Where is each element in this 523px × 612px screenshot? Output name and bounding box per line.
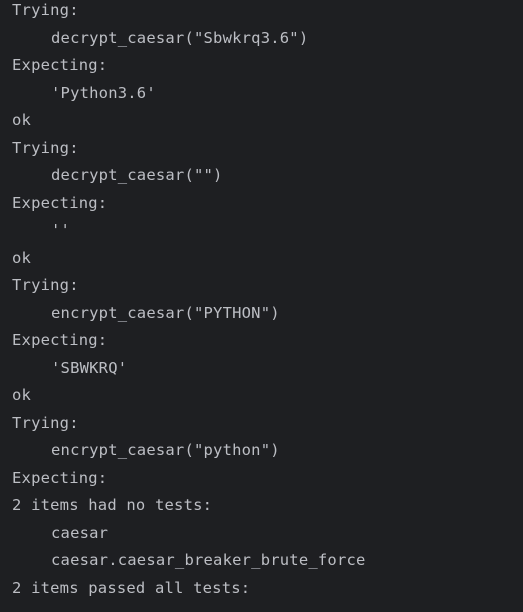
console-line: caesar.caesar_breaker_brute_force [51,551,366,569]
console-line: Trying: [12,139,79,157]
console-line: '' [51,221,71,239]
console-line: encrypt_caesar("PYTHON") [51,304,280,322]
console-line: caesar [51,524,109,542]
console-line: 'SBWKRQ' [51,359,128,377]
console-line: encrypt_caesar("python") [51,441,280,459]
console-line: ok [12,249,32,267]
console-line: ok [12,386,32,404]
console-line: 'Python3.6' [51,84,156,102]
console-line: decrypt_caesar("Sbwkrq3.6") [51,29,309,47]
console-line: 2 items passed all tests: [12,579,251,597]
console-line: Trying: [12,276,79,294]
console-line: Expecting: [12,331,108,349]
console-line: 2 items had no tests: [12,496,213,514]
console-line: Expecting: [12,194,108,212]
console-line: Expecting: [12,56,108,74]
console-output[interactable]: Trying: decrypt_caesar("Sbwkrq3.6") Expe… [0,0,523,612]
console-line: decrypt_caesar("") [51,166,223,184]
console-line: Trying: [12,414,79,432]
console-line: Trying: [12,1,79,19]
console-line: Expecting: [12,469,108,487]
console-line: ok [12,111,32,129]
